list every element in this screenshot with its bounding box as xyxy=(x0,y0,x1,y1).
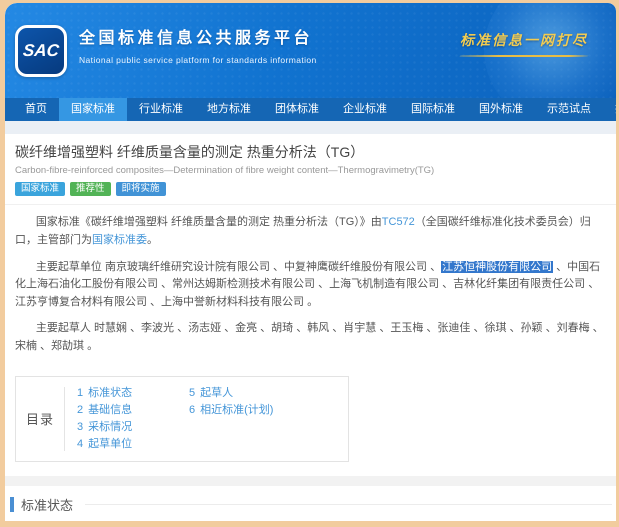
tc572-link[interactable]: TC572 xyxy=(382,216,415,228)
nav-item-industry-standards[interactable]: 行业标准 xyxy=(127,98,195,121)
toc-item-standard-status[interactable]: 1 标准状态 xyxy=(77,385,189,402)
nav-item-national-standards[interactable]: 国家标准 xyxy=(59,98,127,121)
site-title: 全国标准信息公共服务平台 xyxy=(79,30,314,47)
site-subtitle: National public service platform for sta… xyxy=(79,55,317,65)
section-accent-bar xyxy=(10,496,14,512)
nav-item-foreign-standards[interactable]: 国外标准 xyxy=(467,98,535,121)
authority-link[interactable]: 国家标准委 xyxy=(92,234,147,246)
nav-item-international-standards[interactable]: 国际标准 xyxy=(399,98,467,121)
intro-text-3: 。 xyxy=(147,234,158,247)
main-content: 碳纤维增强塑料 纤维质量含量的测定 热重分析法（TG） Carbon-fibre… xyxy=(5,142,616,462)
standard-title-en: Carbon-fibre-reinforced composites—Deter… xyxy=(15,165,435,176)
intro-text-1: 国家标准《碳纤维增强塑料 纤维质量含量的测定 热重分析法（TG）》由 xyxy=(35,216,382,229)
nav-item-home[interactable]: 首页 xyxy=(13,98,59,121)
drafters-label: 主要起草人 xyxy=(35,322,94,335)
drafting-units-label: 主要起草单位 xyxy=(35,260,105,273)
nav-content-gap xyxy=(5,121,616,134)
site-header: SAC 全国标准信息公共服务平台 National public service… xyxy=(5,3,616,98)
toc-column-2: 5 起草人 6 相近标准(计划) xyxy=(189,385,273,453)
toc-column-1: 1 标准状态 2 基础信息 3 采标情况 4 起草单位 xyxy=(77,385,189,453)
main-nav: 首页 国家标准 行业标准 地方标准 团体标准 企业标准 国际标准 国外标准 示范… xyxy=(5,98,616,121)
drafting-units-paragraph: 主要起草单位 南京玻璃纤维研究设计院有限公司 、中复神鹰碳纤维股份有限公司 、江… xyxy=(15,259,606,312)
table-of-contents: 目录 1 标准状态 2 基础信息 3 采标情况 4 起草单位 5 起草人 6 相近标准(计划… xyxy=(15,375,349,462)
standard-badges: 国家标准 推荐性 即将实施 xyxy=(15,182,606,197)
badge-upcoming-implementation: 即将实施 xyxy=(115,182,166,197)
status-section-header: 标准状态 xyxy=(5,495,616,514)
badge-national-standard: 国家标准 xyxy=(15,182,66,197)
page-container: SAC 全国标准信息公共服务平台 National public service… xyxy=(5,3,616,521)
panel-separator xyxy=(5,204,616,206)
toc-label: 目录 xyxy=(25,412,54,428)
standard-title-cn: 碳纤维增强塑料 纤维质量含量的测定 热重分析法（TG） xyxy=(15,144,365,160)
toc-columns: 1 标准状态 2 基础信息 3 采标情况 4 起草单位 5 起草人 6 相近标准(计划) xyxy=(65,377,273,461)
sac-logo[interactable]: SAC xyxy=(15,25,67,77)
drafters-names: 时慧娴 、李波光 、汤志娅 、金亮 、胡琦 、韩风 、肖宇慧 、王玉梅 、张迪佳… xyxy=(15,322,604,352)
site-title-block: 全国标准信息公共服务平台 National public service pla… xyxy=(79,24,317,65)
nav-item-enterprise-standards[interactable]: 企业标准 xyxy=(331,98,399,121)
section-rule xyxy=(85,503,612,505)
nav-item-local-standards[interactable]: 地方标准 xyxy=(195,98,263,121)
toc-item-similar-standards[interactable]: 6 相近标准(计划) xyxy=(189,402,273,419)
drafting-units-before: 南京玻璃纤维研究设计院有限公司 、中复神鹰碳纤维股份有限公司 、 xyxy=(104,260,442,273)
toc-item-drafters[interactable]: 5 起草人 xyxy=(189,385,273,402)
nav-item-group-standards[interactable]: 团体标准 xyxy=(263,98,331,121)
sac-logo-text: SAC xyxy=(22,41,61,60)
highlighted-company: 江苏恒神股份有限公司 xyxy=(441,260,554,273)
toc-item-adoption-status[interactable]: 3 采标情况 xyxy=(77,419,189,436)
nav-item-technical-committee[interactable]: 技术委员会 xyxy=(603,98,616,121)
nav-item-pilot-demo[interactable]: 示范试点 xyxy=(535,98,603,121)
section-separator-band xyxy=(5,475,616,486)
standard-intro-paragraph: 国家标准《碳纤维增强塑料 纤维质量含量的测定 热重分析法（TG）》由TC572（… xyxy=(15,214,606,249)
status-timeline: 发布于 2024-08-23 实施于 2025-03-01 废止 xyxy=(13,520,608,521)
status-section-title: 标准状态 xyxy=(21,497,74,513)
toc-item-drafting-units[interactable]: 4 起草单位 xyxy=(77,436,189,453)
site-slogan: 标准信息一网打尽 xyxy=(460,30,588,57)
drafters-paragraph: 主要起草人 时慧娴 、李波光 、汤志娅 、金亮 、胡琦 、韩风 、肖宇慧 、王玉… xyxy=(15,320,606,355)
badge-recommended: 推荐性 xyxy=(70,182,111,197)
toc-item-basic-info[interactable]: 2 基础信息 xyxy=(77,402,189,419)
